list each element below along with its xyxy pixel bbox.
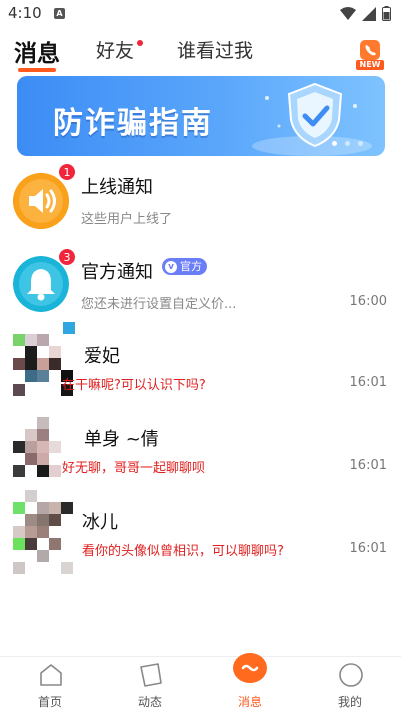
list-item-chat[interactable]: 冰儿 看你的头像似曾相识，可以聊聊吗? 16:01: [0, 490, 401, 578]
list-item-chat[interactable]: 单身 ~倩 好无聊，哥哥一起聊聊呗 16:01: [0, 413, 401, 495]
shield-check-icon: [287, 82, 343, 148]
official-tag-label: 官方: [180, 260, 202, 273]
message-time: 16:01: [349, 375, 387, 390]
verified-icon: v: [165, 260, 177, 273]
speaker-icon: [13, 173, 69, 229]
status-icons: [340, 6, 391, 21]
profile-icon: [339, 663, 363, 687]
message-time: 16:00: [349, 294, 387, 309]
banner-page-dot: [345, 141, 350, 146]
message-preview: 这些用户上线了: [81, 212, 173, 227]
video-call-button[interactable]: NEW: [356, 38, 384, 72]
unread-badge: 1: [58, 163, 76, 181]
feed-icon: [140, 663, 162, 687]
list-item-online-notice[interactable]: 1 上线通知 这些用户上线了: [0, 163, 401, 245]
tab-who-viewed-me[interactable]: 谁看过我: [177, 36, 253, 63]
blurred-avatar: [13, 490, 75, 574]
battery-icon: [382, 6, 391, 21]
wifi-icon: [340, 6, 356, 20]
message-preview: 好无聊，哥哥一起聊聊呗: [62, 461, 206, 476]
status-bar: 4:10 A: [0, 0, 401, 28]
friends-unread-dot: [137, 40, 143, 46]
nav-home-label: 首页: [37, 695, 62, 709]
message-preview: 看你的头像似曾相识，可以聊聊吗?: [82, 544, 284, 559]
nav-profile-label: 我的: [337, 695, 362, 709]
official-tag: v 官方: [162, 258, 207, 275]
nav-feed-label: 动态: [137, 695, 162, 709]
bottom-nav: 首页 动态 消息 我的: [0, 653, 401, 714]
top-tab-bar: 消息 好友 谁看过我 NEW: [0, 28, 401, 74]
bell-icon: [13, 256, 69, 312]
contact-name: 冰儿: [82, 512, 118, 533]
list-item-official-notice[interactable]: 3 官方通知 v 官方 您还未进行设置自定义价... 16:00: [0, 248, 401, 330]
new-badge: NEW: [359, 60, 381, 69]
notification-icon: A: [54, 8, 65, 19]
anti-fraud-banner[interactable]: 防诈骗指南: [17, 76, 385, 156]
message-icon: [233, 653, 267, 683]
message-time: 16:01: [349, 541, 387, 556]
home-icon: [40, 664, 62, 686]
signal-icon: [362, 6, 376, 21]
banner-title: 防诈骗指南: [53, 106, 213, 141]
contact-name: 爱妃: [84, 346, 120, 367]
blurred-avatar: [13, 417, 75, 491]
nav-feed[interactable]: 动态: [100, 657, 200, 714]
nav-profile[interactable]: 我的: [300, 657, 400, 714]
status-time: 4:10: [8, 4, 42, 22]
nav-messages[interactable]: 消息: [200, 653, 300, 714]
message-preview: 在干嘛呢?可以认识下吗?: [62, 378, 206, 393]
unread-badge: 3: [58, 248, 76, 266]
banner-page-dot: [358, 141, 363, 146]
active-tab-indicator: [18, 68, 56, 72]
contact-name: 官方通知: [81, 262, 153, 283]
message-time: 16:01: [349, 458, 387, 473]
nav-home[interactable]: 首页: [0, 657, 100, 714]
message-preview: 您还未进行设置自定义价...: [81, 297, 237, 312]
tab-messages[interactable]: 消息: [14, 34, 60, 68]
banner-page-dot: [332, 141, 337, 146]
tab-friends[interactable]: 好友: [96, 36, 134, 63]
nav-messages-label: 消息: [237, 695, 262, 709]
list-item-chat[interactable]: 爱妃 在干嘛呢?可以认识下吗? 16:01: [0, 322, 401, 412]
contact-name: 单身 ~倩: [84, 429, 159, 450]
contact-name: 上线通知: [81, 177, 153, 198]
banner-pagination: [332, 141, 363, 146]
